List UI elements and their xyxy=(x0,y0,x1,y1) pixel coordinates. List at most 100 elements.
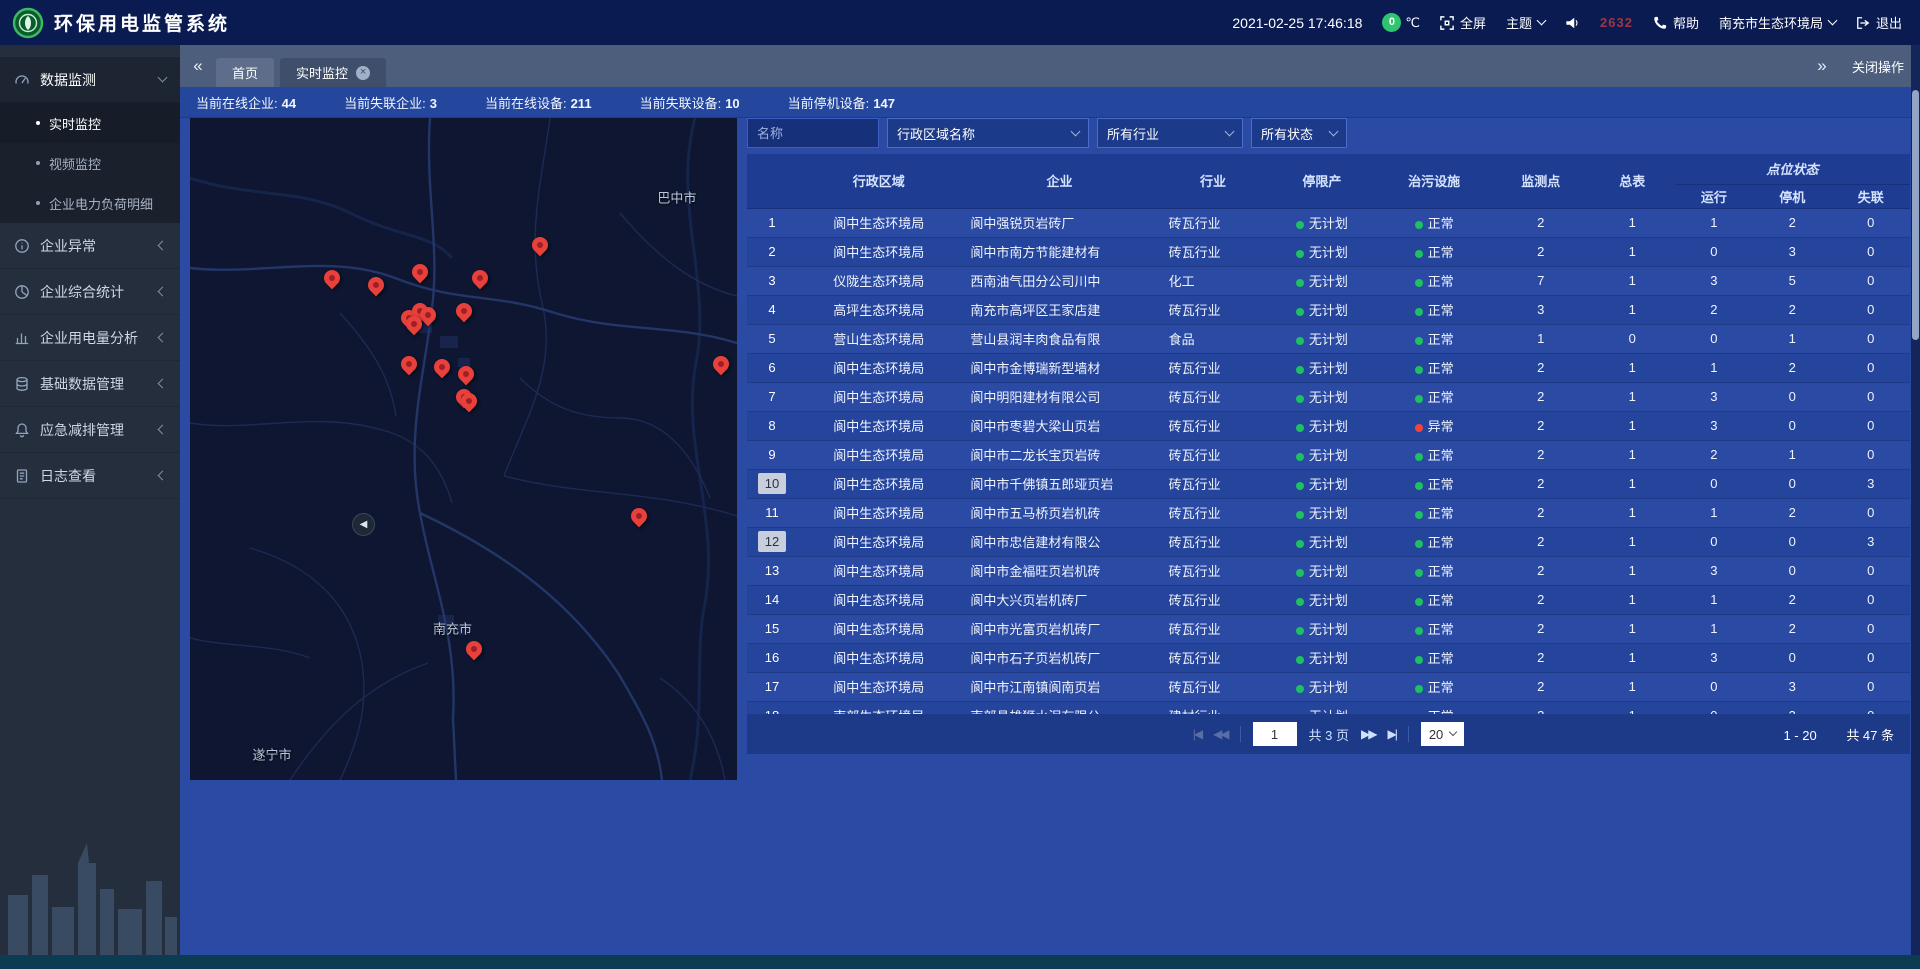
table-row[interactable]: 4高坪生态环境局南充市高坪区王家店建砖瓦行业无计划正常31220 xyxy=(747,295,1910,324)
table-row[interactable]: 5营山生态环境局营山县润丰肉食品有限食品无计划正常10010 xyxy=(747,324,1910,353)
table-row[interactable]: 10阆中生态环境局阆中市千佛镇五郎垭页岩砖瓦行业无计划正常21003 xyxy=(747,469,1910,498)
table-row[interactable]: 16阆中生态环境局阆中市石子页岩机砖厂砖瓦行业无计划正常21300 xyxy=(747,643,1910,672)
row-facility-status: 正常 xyxy=(1376,672,1491,701)
sidebar-group-enterprise-statistics[interactable]: 企业综合统计 xyxy=(0,269,180,315)
row-monitor-points: 2 xyxy=(1492,498,1590,527)
page-number-input[interactable] xyxy=(1253,722,1297,746)
row-facility-status: 正常 xyxy=(1376,382,1491,411)
status-dot-icon xyxy=(1296,511,1304,519)
row-limit-status: 无计划 xyxy=(1267,353,1376,382)
sidebar-item-realtime-monitor[interactable]: 实时监控 xyxy=(0,103,180,143)
row-region: 阆中生态环境局 xyxy=(797,585,960,614)
row-monitor-points: 2 xyxy=(1492,556,1590,585)
sidebar-item-power-load-detail[interactable]: 企业电力负荷明细 xyxy=(0,183,180,223)
org-dropdown[interactable]: 南充市生态环境局 xyxy=(1719,13,1836,32)
row-region: 阆中生态环境局 xyxy=(797,237,960,266)
tab-realtime-monitor[interactable]: 实时监控 × xyxy=(280,58,386,87)
row-running-count: 2 xyxy=(1675,440,1753,469)
header-point-status-group: 点位状态 xyxy=(1675,154,1910,184)
table-row[interactable]: 7阆中生态环境局阆中明阳建材有限公司砖瓦行业无计划正常21300 xyxy=(747,382,1910,411)
row-company: 阆中市千佛镇五郎垭页岩 xyxy=(960,469,1158,498)
last-page-button[interactable]: ▶| xyxy=(1387,727,1395,741)
row-stopped-count: 2 xyxy=(1753,353,1831,382)
row-total-meters: 0 xyxy=(1590,324,1675,353)
tabs-scroll-right-button[interactable]: » xyxy=(1804,56,1840,76)
table-row[interactable]: 3仪陇生态环境局西南油气田分公司川中化工无计划正常71350 xyxy=(747,266,1910,295)
table-row[interactable]: 2阆中生态环境局阆中市南方节能建材有砖瓦行业无计划正常21030 xyxy=(747,237,1910,266)
row-index: 16 xyxy=(747,643,797,672)
row-facility-status: 异常 xyxy=(1376,411,1491,440)
sidebar-submenu: 实时监控 视频监控 企业电力负荷明细 xyxy=(0,103,180,223)
row-limit-status: 无计划 xyxy=(1267,440,1376,469)
theme-dropdown[interactable]: 主题 xyxy=(1506,13,1545,32)
table-row[interactable]: 9阆中生态环境局阆中市二龙长宝页岩砖砖瓦行业无计划正常21210 xyxy=(747,440,1910,469)
row-limit-status: 无计划 xyxy=(1267,295,1376,324)
row-industry: 砖瓦行业 xyxy=(1159,585,1268,614)
sidebar-item-label: 企业电力负荷明细 xyxy=(49,194,153,213)
table-row[interactable]: 15阆中生态环境局阆中市光富页岩机砖厂砖瓦行业无计划正常21120 xyxy=(747,614,1910,643)
map-canvas[interactable]: 巴中市南充市遂宁市 xyxy=(190,118,737,780)
fullscreen-button[interactable]: 全屏 xyxy=(1440,13,1486,32)
scrollbar-thumb[interactable] xyxy=(1912,90,1919,340)
sidebar-group-enterprise-anomaly[interactable]: 企业异常 xyxy=(0,223,180,269)
tabbar-right-section: » 关闭操作 xyxy=(1804,56,1920,76)
row-lost-count: 0 xyxy=(1831,498,1910,527)
table-header: 行政区域 企业 行业 停限产 治污设施 监测点 总表 点位状态 运行 停机 xyxy=(747,154,1910,208)
region-filter-select[interactable]: 行政区域名称 xyxy=(887,118,1089,148)
table-row[interactable]: 14阆中生态环境局阆中大兴页岩机砖厂砖瓦行业无计划正常21120 xyxy=(747,585,1910,614)
status-dot-icon xyxy=(1415,540,1423,548)
page-size-select[interactable]: 20 xyxy=(1421,722,1464,746)
tabs-scroll-left-button[interactable]: « xyxy=(180,56,216,76)
map-collapse-handle[interactable]: ◀ xyxy=(352,513,375,536)
header-region: 行政区域 xyxy=(797,154,960,208)
close-operations-button[interactable]: 关闭操作 xyxy=(1852,57,1904,76)
table-row[interactable]: 6阆中生态环境局阆中市金博瑞新型墙材砖瓦行业无计划正常21120 xyxy=(747,353,1910,382)
row-running-count: 1 xyxy=(1675,614,1753,643)
status-dot-icon xyxy=(1415,395,1423,403)
row-lost-count: 0 xyxy=(1831,411,1910,440)
table-row[interactable]: 11阆中生态环境局阆中市五马桥页岩机砖砖瓦行业无计划正常21120 xyxy=(747,498,1910,527)
next-page-button[interactable]: ▶▶ xyxy=(1361,727,1375,741)
logout-button[interactable]: 退出 xyxy=(1856,13,1902,32)
total-pages-label: 共 3 页 xyxy=(1309,725,1349,744)
sidebar-group-power-analysis[interactable]: 企业用电量分析 xyxy=(0,315,180,361)
row-facility-status: 正常 xyxy=(1376,498,1491,527)
status-dot-icon xyxy=(1415,250,1423,258)
help-button[interactable]: 帮助 xyxy=(1653,13,1699,32)
record-total-label: 共 47 条 xyxy=(1846,728,1894,743)
sidebar-group-log-view[interactable]: 日志查看 xyxy=(0,453,180,499)
sidebar-item-label: 实时监控 xyxy=(49,114,101,133)
name-filter-input[interactable] xyxy=(747,118,879,148)
sidebar-group-emergency-reduction[interactable]: 应急减排管理 xyxy=(0,407,180,453)
tab-home[interactable]: 首页 xyxy=(216,58,274,87)
table-row[interactable]: 8阆中生态环境局阆中市枣碧大梁山页岩砖瓦行业无计划异常21300 xyxy=(747,411,1910,440)
table-row[interactable]: 1阆中生态环境局阆中强锐页岩砖厂砖瓦行业无计划正常21120 xyxy=(747,208,1910,237)
row-stopped-count: 0 xyxy=(1753,556,1831,585)
status-dot-icon xyxy=(1296,482,1304,490)
row-industry: 砖瓦行业 xyxy=(1159,353,1268,382)
table-body: 1阆中生态环境局阆中强锐页岩砖厂砖瓦行业无计划正常211202阆中生态环境局阆中… xyxy=(747,208,1910,730)
sidebar-item-video-monitor[interactable]: 视频监控 xyxy=(0,143,180,183)
row-stopped-count: 1 xyxy=(1753,324,1831,353)
row-lost-count: 0 xyxy=(1831,208,1910,237)
chevron-left-icon xyxy=(158,333,168,343)
row-stopped-count: 0 xyxy=(1753,411,1831,440)
table-row[interactable]: 13阆中生态环境局阆中市金福旺页岩机砖砖瓦行业无计划正常21300 xyxy=(747,556,1910,585)
prev-page-button[interactable]: ◀◀ xyxy=(1213,727,1227,741)
row-index: 9 xyxy=(747,440,797,469)
first-page-button[interactable]: |◀ xyxy=(1193,727,1201,741)
row-total-meters: 1 xyxy=(1590,208,1675,237)
industry-filter-select[interactable]: 所有行业 xyxy=(1097,118,1243,148)
speaker-button[interactable] xyxy=(1565,16,1580,30)
stat-online-devices: 当前在线设备:211 xyxy=(485,93,592,112)
sidebar-group-base-data[interactable]: 基础数据管理 xyxy=(0,361,180,407)
table-row[interactable]: 17阆中生态环境局阆中市江南镇阆南页岩砖瓦行业无计划正常21030 xyxy=(747,672,1910,701)
status-filter-select[interactable]: 所有状态 xyxy=(1251,118,1347,148)
row-region: 阆中生态环境局 xyxy=(797,614,960,643)
tab-close-icon[interactable]: × xyxy=(356,66,370,80)
sidebar-group-data-monitoring[interactable]: 数据监测 xyxy=(0,57,180,103)
table-row[interactable]: 12阆中生态环境局阆中市忠信建材有限公砖瓦行业无计划正常21003 xyxy=(747,527,1910,556)
row-limit-status: 无计划 xyxy=(1267,556,1376,585)
row-running-count: 3 xyxy=(1675,643,1753,672)
row-stopped-count: 5 xyxy=(1753,266,1831,295)
